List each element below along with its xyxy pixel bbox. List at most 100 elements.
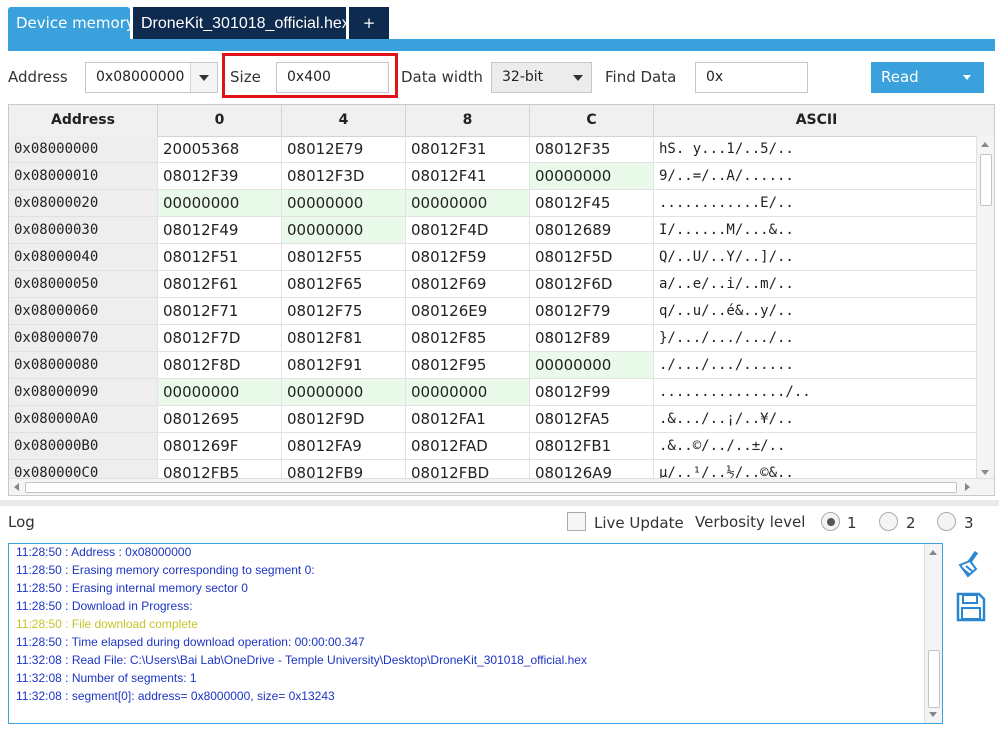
cell-8[interactable]: 08012F95	[406, 352, 530, 378]
scroll-up-icon[interactable]	[929, 550, 937, 555]
cell-4[interactable]: 00000000	[282, 379, 406, 405]
cell-c[interactable]: 08012F6D	[530, 271, 654, 297]
cell-8[interactable]: 08012FAD	[406, 433, 530, 459]
table-row[interactable]: 0x08000050 08012F61 08012F65 08012F69 08012F…	[9, 271, 994, 298]
cell-8[interactable]: 08012F41	[406, 163, 530, 189]
chevron-down-icon[interactable]	[190, 63, 217, 92]
cell-address[interactable]: 0x08000010	[9, 163, 158, 189]
cell-8[interactable]: 00000000	[406, 190, 530, 216]
cell-8[interactable]: 00000000	[406, 379, 530, 405]
chevron-down-icon[interactable]	[565, 63, 591, 92]
cell-address[interactable]: 0x080000B0	[9, 433, 158, 459]
table-row[interactable]: 0x080000B0 0801269F 08012FA9 08012FAD 08012F…	[9, 433, 994, 460]
address-combo[interactable]: 0x08000000	[85, 62, 218, 93]
table-row[interactable]: 0x08000090 00000000 00000000 00000000 08012F…	[9, 379, 994, 406]
cell-ascii[interactable]: 9/..=/..A/......	[654, 163, 979, 189]
table-row[interactable]: 0x08000060 08012F71 08012F75 080126E9 08012F…	[9, 298, 994, 325]
cell-8[interactable]: 08012FA1	[406, 406, 530, 432]
cell-8[interactable]: 08012F69	[406, 271, 530, 297]
log-output[interactable]: 11:28:50 : Address : 0x08000000 11:28:50…	[8, 543, 943, 724]
cell-0[interactable]: 08012695	[158, 406, 282, 432]
cell-address[interactable]: 0x08000070	[9, 325, 158, 351]
scrollbar-thumb[interactable]	[928, 650, 940, 708]
tab-hex-file[interactable]: DroneKit_301018_official.hex	[133, 7, 350, 40]
data-width-select[interactable]: 32-bit	[491, 62, 592, 93]
scrollbar-thumb[interactable]	[25, 482, 957, 493]
cell-0[interactable]: 0801269F	[158, 433, 282, 459]
cell-address[interactable]: 0x08000090	[9, 379, 158, 405]
cell-8[interactable]: 08012F85	[406, 325, 530, 351]
cell-0[interactable]: 08012F49	[158, 217, 282, 243]
col-header-c[interactable]: C	[530, 105, 654, 136]
cell-4[interactable]: 08012F81	[282, 325, 406, 351]
cell-c[interactable]: 00000000	[530, 352, 654, 378]
log-vertical-scrollbar[interactable]	[924, 544, 942, 723]
cell-ascii[interactable]: q/..u/..é&..y/..	[654, 298, 979, 324]
scroll-down-icon[interactable]	[929, 712, 937, 717]
cell-ascii[interactable]: ............E/..	[654, 190, 979, 216]
read-button[interactable]: Read	[871, 62, 984, 93]
table-row[interactable]: 0x08000080 08012F8D 08012F91 08012F95 000000…	[9, 352, 994, 379]
cell-4[interactable]: 00000000	[282, 190, 406, 216]
cell-address[interactable]: 0x08000040	[9, 244, 158, 270]
cell-c[interactable]: 08012F5D	[530, 244, 654, 270]
col-header-8[interactable]: 8	[406, 105, 530, 136]
cell-0[interactable]: 00000000	[158, 190, 282, 216]
table-row[interactable]: 0x08000040 08012F51 08012F55 08012F59 08012F…	[9, 244, 994, 271]
cell-c[interactable]: 08012689	[530, 217, 654, 243]
cell-8[interactable]: 08012F4D	[406, 217, 530, 243]
table-row[interactable]: 0x08000030 08012F49 00000000 08012F4D 080126…	[9, 217, 994, 244]
table-vertical-scrollbar[interactable]	[976, 136, 994, 481]
find-data-input[interactable]: 0x	[695, 62, 808, 93]
cell-c[interactable]: 08012F89	[530, 325, 654, 351]
cell-c[interactable]: 08012F45	[530, 190, 654, 216]
cell-ascii[interactable]: .............../..	[654, 379, 979, 405]
cell-0[interactable]: 20005368	[158, 136, 282, 162]
cell-ascii[interactable]: a/..e/..i/..m/..	[654, 271, 979, 297]
cell-8[interactable]: 080126E9	[406, 298, 530, 324]
cell-0[interactable]: 08012F8D	[158, 352, 282, 378]
cell-0[interactable]: 08012F7D	[158, 325, 282, 351]
table-row[interactable]: 0x080000A0 08012695 08012F9D 08012FA1 08012F…	[9, 406, 994, 433]
cell-ascii[interactable]: .&..©/../..±/..	[654, 433, 979, 459]
cell-address[interactable]: 0x08000020	[9, 190, 158, 216]
scroll-down-icon[interactable]	[981, 470, 989, 475]
cell-address[interactable]: 0x08000080	[9, 352, 158, 378]
cell-ascii[interactable]: Q/..U/..Y/..]/..	[654, 244, 979, 270]
cell-address[interactable]: 0x08000000	[9, 136, 158, 162]
verbosity-radio-2[interactable]	[879, 512, 898, 531]
cell-c[interactable]: 08012FA5	[530, 406, 654, 432]
cell-4[interactable]: 08012E79	[282, 136, 406, 162]
cell-0[interactable]: 08012F61	[158, 271, 282, 297]
cell-ascii[interactable]: .&.../..¡/..¥/..	[654, 406, 979, 432]
scrollbar-thumb[interactable]	[980, 154, 992, 206]
cell-c[interactable]: 08012FB1	[530, 433, 654, 459]
save-log-icon[interactable]	[956, 592, 986, 622]
cell-4[interactable]: 08012F3D	[282, 163, 406, 189]
cell-address[interactable]: 0x08000050	[9, 271, 158, 297]
col-header-4[interactable]: 4	[282, 105, 406, 136]
cell-4[interactable]: 08012F65	[282, 271, 406, 297]
table-horizontal-scrollbar[interactable]	[9, 478, 994, 495]
col-header-address[interactable]: Address	[9, 105, 158, 136]
cell-ascii[interactable]: }/.../.../.../..	[654, 325, 979, 351]
cell-c[interactable]: 08012F79	[530, 298, 654, 324]
panel-splitter[interactable]	[0, 500, 999, 506]
verbosity-radio-1[interactable]	[821, 512, 840, 531]
scroll-right-icon[interactable]	[965, 483, 970, 491]
cell-address[interactable]: 0x08000060	[9, 298, 158, 324]
col-header-0[interactable]: 0	[158, 105, 282, 136]
clear-log-broom-icon[interactable]	[955, 549, 985, 579]
table-row[interactable]: 0x08000070 08012F7D 08012F81 08012F85 08012F…	[9, 325, 994, 352]
cell-8[interactable]: 08012F31	[406, 136, 530, 162]
table-row[interactable]: 0x08000020 00000000 00000000 00000000 08012F…	[9, 190, 994, 217]
add-tab-button[interactable]: +	[349, 7, 389, 40]
cell-0[interactable]: 08012F51	[158, 244, 282, 270]
cell-4[interactable]: 08012F55	[282, 244, 406, 270]
table-row[interactable]: 0x08000000 20005368 08012E79 08012F31 08012F…	[9, 136, 994, 163]
cell-0[interactable]: 08012F39	[158, 163, 282, 189]
live-update-checkbox[interactable]	[567, 512, 586, 531]
table-row[interactable]: 0x08000010 08012F39 08012F3D 08012F41 000000…	[9, 163, 994, 190]
tab-device-memory[interactable]: Device memory	[8, 7, 135, 40]
cell-4[interactable]: 08012F9D	[282, 406, 406, 432]
